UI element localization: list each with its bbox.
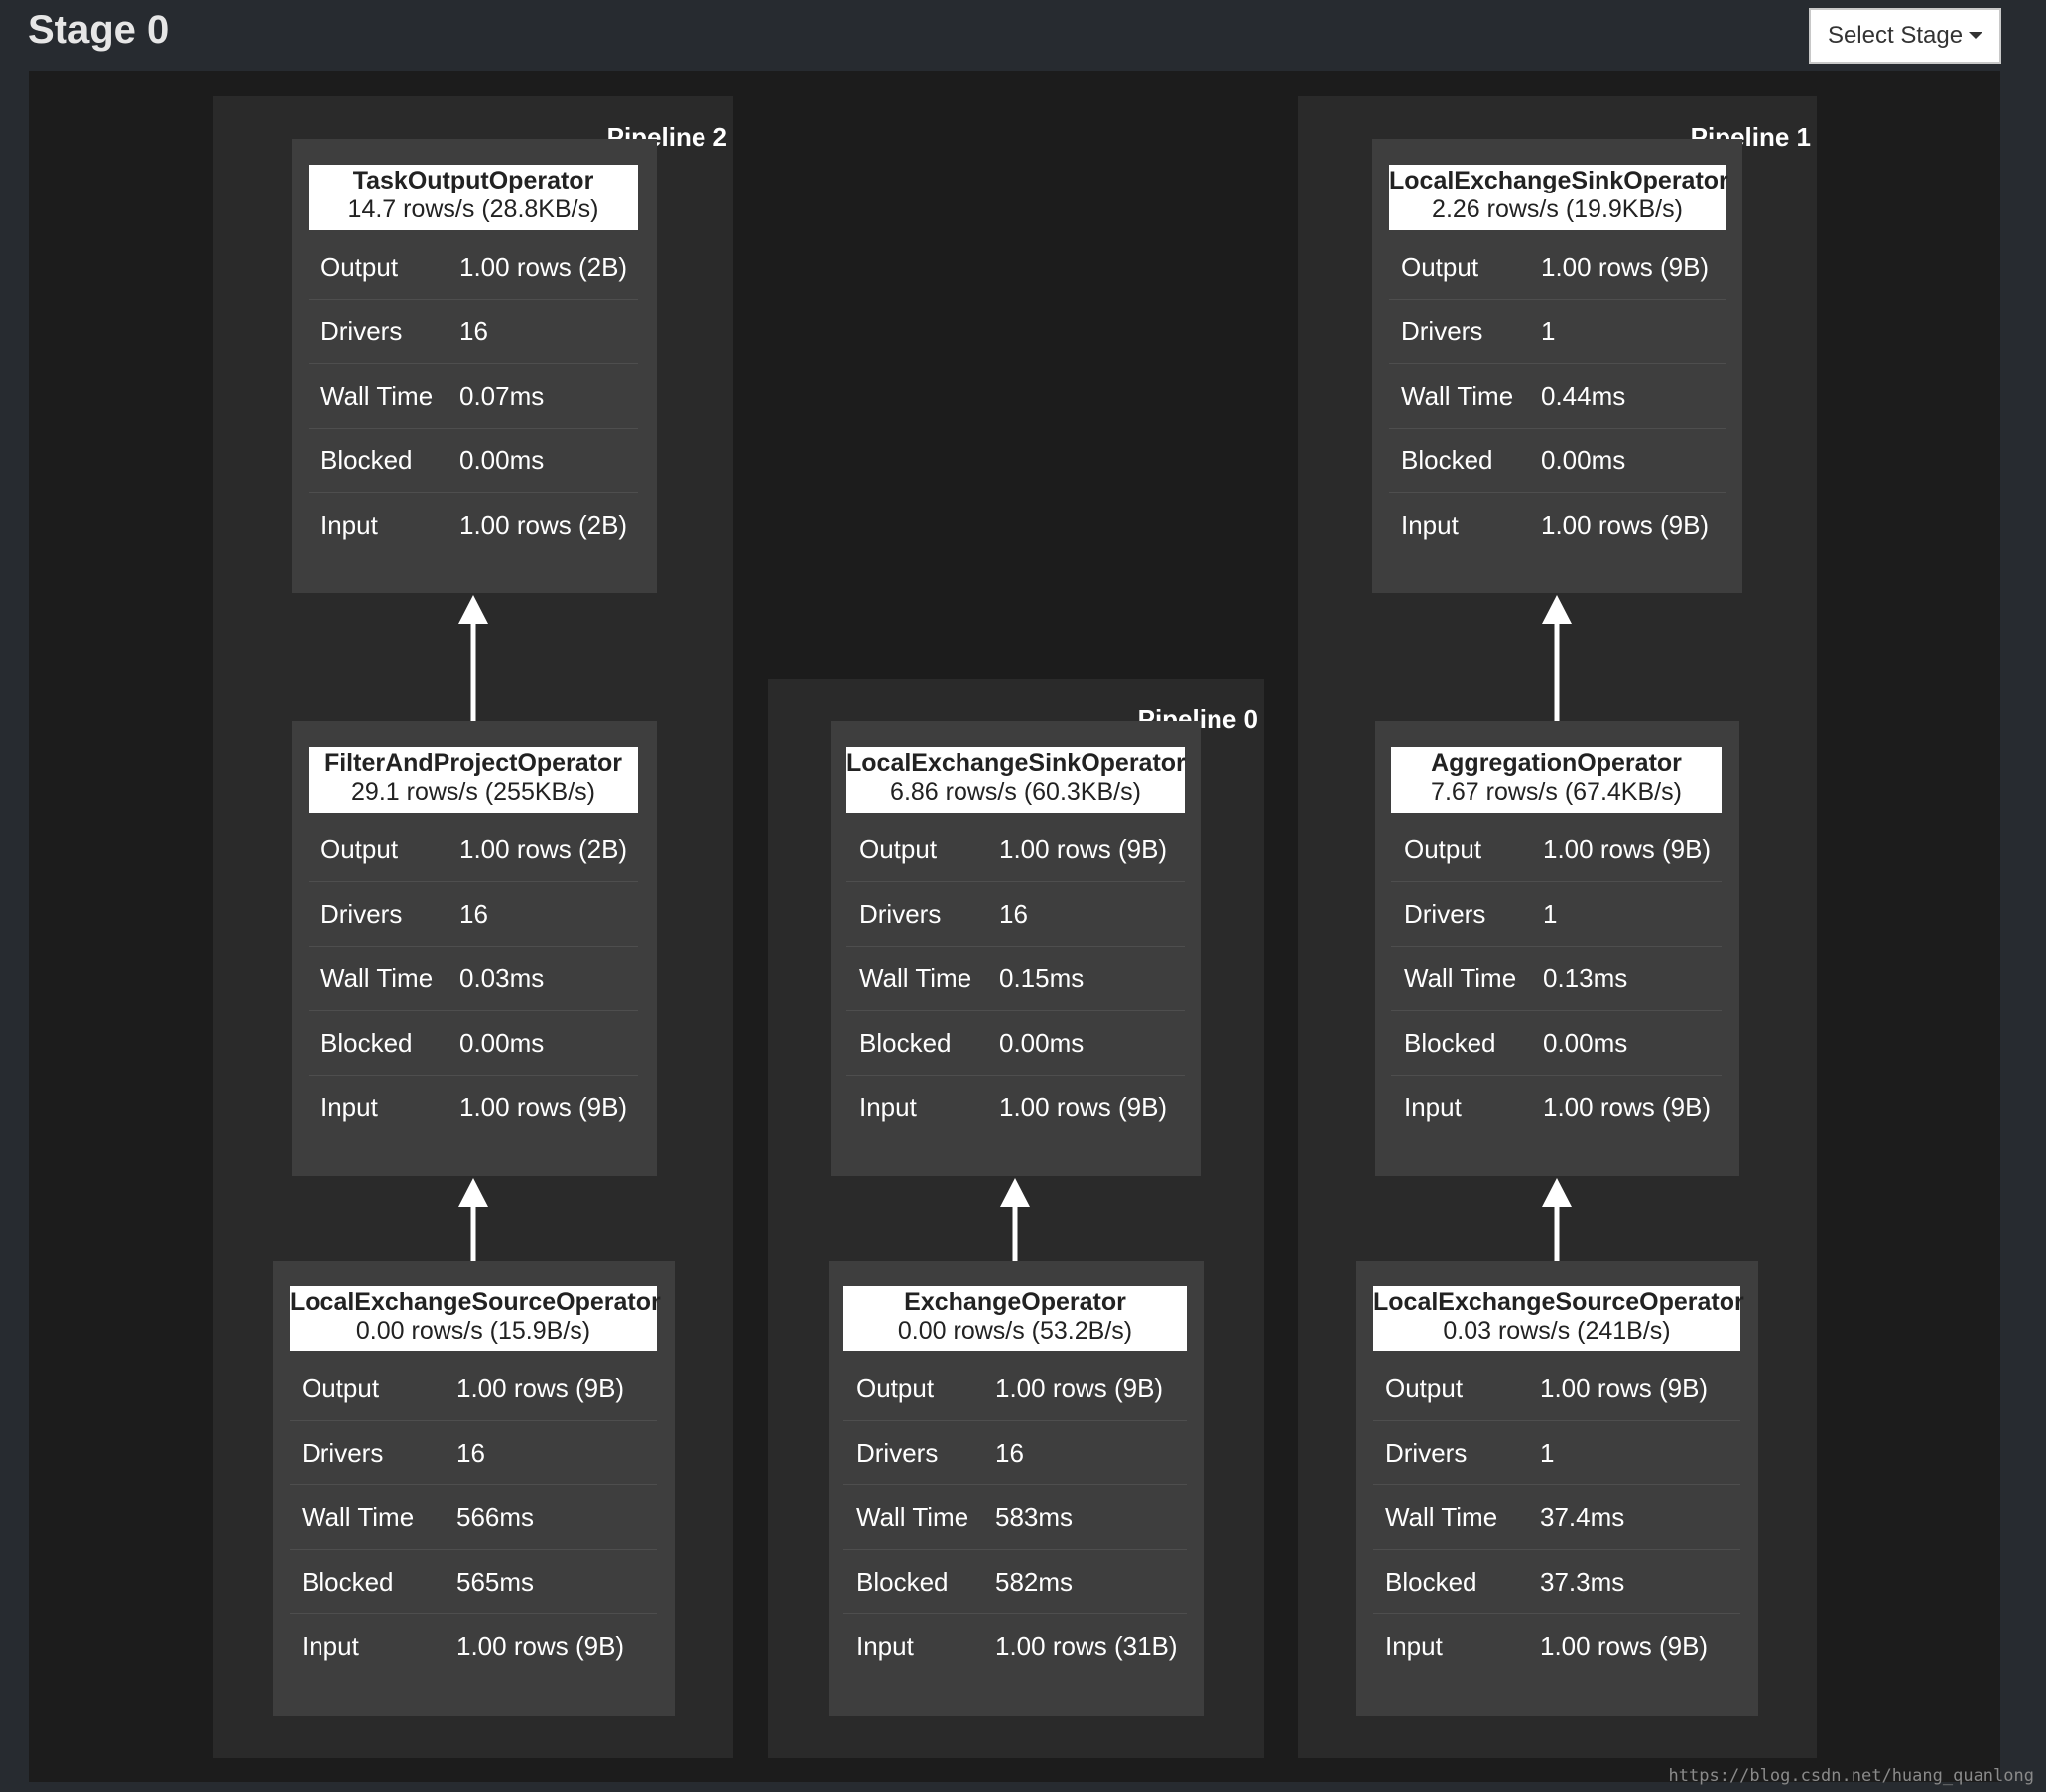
arrow-up-icon [1000, 1178, 1030, 1207]
arrow-up-icon [1542, 1178, 1572, 1207]
arrow-up-icon [458, 595, 488, 624]
arrow-up-icon [1542, 595, 1572, 624]
watermark: https://blog.csdn.net/huang_quanlong [1668, 1766, 2034, 1786]
flow-arrows [458, 595, 1572, 1261]
arrow-up-icon [458, 1178, 488, 1207]
